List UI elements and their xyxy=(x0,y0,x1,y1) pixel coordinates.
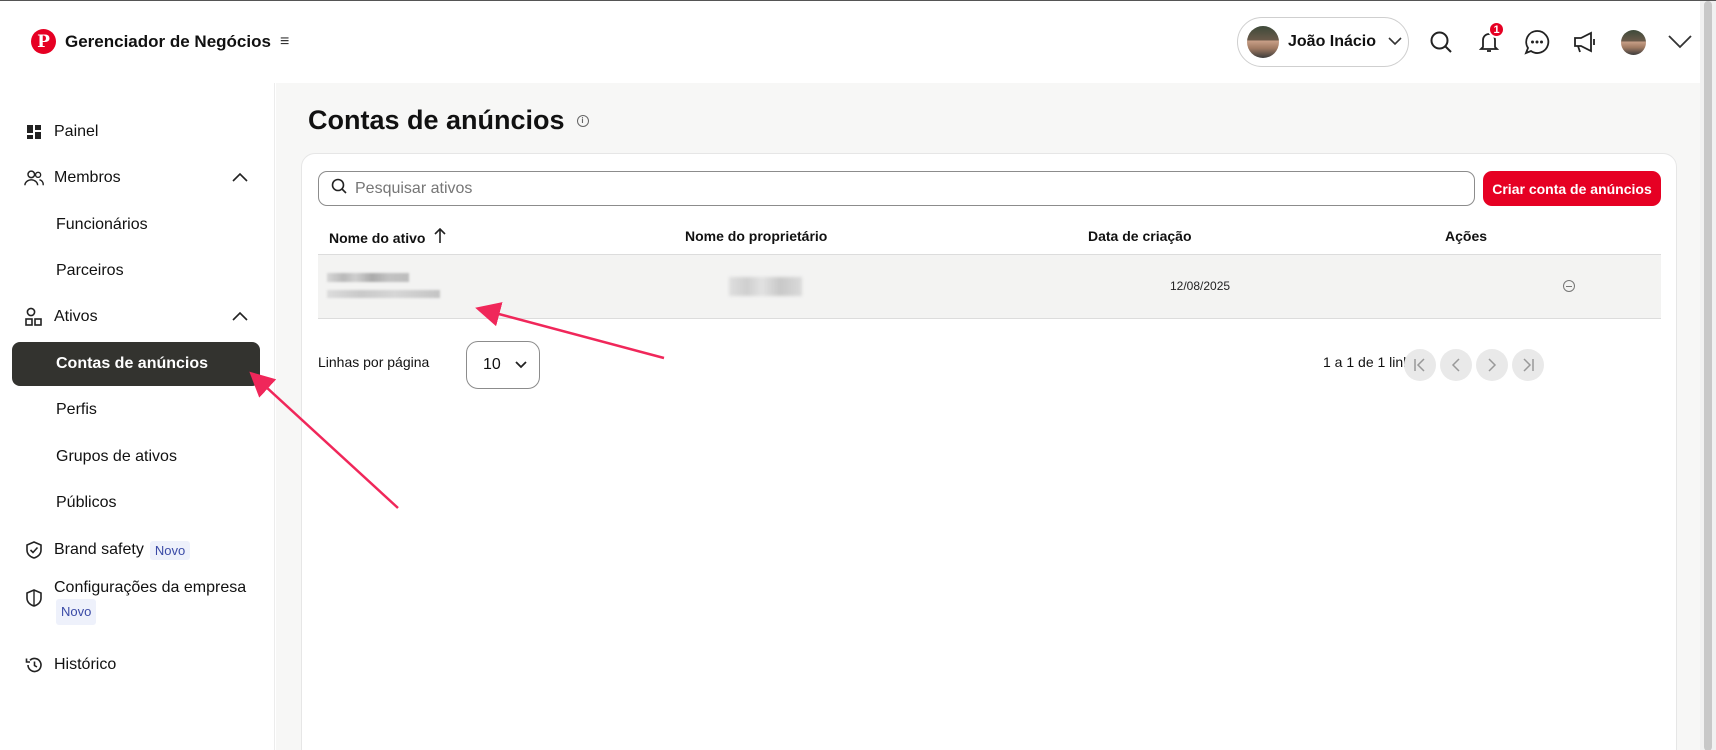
notifications-bell-icon[interactable]: 1 xyxy=(1474,21,1505,57)
info-icon[interactable]: i xyxy=(576,114,589,127)
pinterest-logo-icon[interactable]: P xyxy=(31,29,56,54)
sidebar-item-painel[interactable]: Painel xyxy=(12,110,260,154)
sidebar-item-label: Configurações da empresa xyxy=(54,579,247,596)
sidebar-item-label: Membros xyxy=(54,169,121,186)
first-page-icon xyxy=(1414,358,1425,372)
profile-avatar-button[interactable] xyxy=(1618,27,1648,57)
sidebar-item-perfis[interactable]: Perfis xyxy=(12,388,260,432)
sidebar-item-label: Públicos xyxy=(56,494,117,511)
sort-ascending-icon[interactable] xyxy=(434,227,447,247)
sidebar-item-membros[interactable]: Membros xyxy=(12,156,260,200)
profile-avatar xyxy=(1620,29,1646,55)
sidebar-item-publicos[interactable]: Públicos xyxy=(12,481,260,525)
rows-per-page-label: Linhas por página xyxy=(318,354,430,370)
sidebar-item-grupos-de-ativos[interactable]: Grupos de ativos xyxy=(12,435,260,479)
scrollbar-thumb[interactable] xyxy=(1704,1,1712,750)
account-switcher[interactable]: João Inácio xyxy=(1237,17,1409,67)
last-page-icon xyxy=(1523,358,1534,372)
members-icon xyxy=(24,169,44,187)
search-field[interactable] xyxy=(318,171,1475,206)
top-header: P Gerenciador de Negócios ≡ João Inácio … xyxy=(0,1,1700,83)
sidebar-item-historico[interactable]: Histórico xyxy=(12,643,260,687)
brand-title: Gerenciador de Negócios xyxy=(65,31,271,51)
column-header-creation-date: Data de criação xyxy=(1088,228,1192,244)
sidebar-item-label: Perfis xyxy=(56,401,97,418)
main-content: Contas de anúncios i Criar conta de anún… xyxy=(276,83,1700,750)
sidebar-item-contas-de-anuncios[interactable]: Contas de anúncios xyxy=(12,342,260,386)
rows-per-page-select[interactable]: 10 xyxy=(466,341,540,389)
sidebar-item-label: Brand safety xyxy=(54,541,144,558)
column-header-actions: Ações xyxy=(1445,228,1487,244)
sidebar-item-label: Grupos de ativos xyxy=(56,448,177,465)
last-page-button[interactable] xyxy=(1512,349,1544,381)
business-manager-app: P Gerenciador de Negócios ≡ João Inácio … xyxy=(0,0,1716,750)
first-page-button[interactable] xyxy=(1404,349,1436,381)
sidebar-item-label: Parceiros xyxy=(56,262,124,279)
chevron-down-icon xyxy=(515,358,527,372)
page-title-text: Contas de anúncios xyxy=(308,105,565,135)
user-name: João Inácio xyxy=(1288,33,1377,50)
sidebar-item-label-group: Configurações da empresa Novo xyxy=(54,577,246,625)
assets-card: Criar conta de anúncios Nome do ativo No… xyxy=(301,153,1677,750)
rows-per-page-value: 10 xyxy=(483,356,501,373)
column-header-label: Nome do proprietário xyxy=(685,228,828,244)
sidebar-item-parceiros[interactable]: Parceiros xyxy=(12,249,260,293)
scrollbar[interactable] xyxy=(1700,1,1716,750)
sidebar-item-label: Ativos xyxy=(54,308,98,325)
account-menu-chevron-icon[interactable] xyxy=(1665,27,1695,57)
chevron-right-icon xyxy=(1488,358,1497,372)
notification-badge: 1 xyxy=(1488,21,1505,38)
shield-icon xyxy=(24,589,44,607)
sidebar: Painel Membros Funcionários Parceiros At… xyxy=(0,83,275,750)
table-row[interactable]: 12/08/2025 xyxy=(318,255,1661,319)
column-header-label: Nome do ativo xyxy=(329,229,426,246)
create-ad-account-button[interactable]: Criar conta de anúncios xyxy=(1483,171,1661,206)
redacted-asset-name xyxy=(327,273,409,282)
shield-check-icon xyxy=(24,541,44,559)
messages-icon[interactable] xyxy=(1522,27,1552,57)
sidebar-item-label: Painel xyxy=(54,123,99,140)
brand: P Gerenciador de Negócios ≡ xyxy=(31,29,289,54)
menu-icon[interactable]: ≡ xyxy=(280,33,289,51)
chevron-down-icon xyxy=(1388,35,1402,49)
assets-icon xyxy=(24,307,44,327)
new-badge: Novo xyxy=(56,599,97,625)
user-avatar xyxy=(1247,26,1279,58)
redacted-owner-name xyxy=(729,277,802,296)
sidebar-item-funcionarios[interactable]: Funcionários xyxy=(12,203,260,247)
sidebar-item-label: Funcionários xyxy=(56,216,148,233)
redacted-asset-id xyxy=(327,290,440,298)
column-header-label: Data de criação xyxy=(1088,228,1192,244)
sidebar-item-brand-safety[interactable]: Brand safety Novo xyxy=(12,528,260,572)
column-header-label: Ações xyxy=(1445,228,1488,244)
page-title: Contas de anúncios i xyxy=(308,105,589,136)
search-icon xyxy=(331,178,347,199)
column-header-owner-name: Nome do proprietário xyxy=(685,228,827,244)
search-input[interactable] xyxy=(355,179,1455,198)
megaphone-icon[interactable] xyxy=(1570,27,1600,57)
sidebar-item-ativos[interactable]: Ativos xyxy=(12,295,260,339)
previous-page-button[interactable] xyxy=(1440,349,1472,381)
creation-date-cell: 12/08/2025 xyxy=(1170,279,1231,293)
history-icon xyxy=(24,656,44,674)
sidebar-item-label: Contas de anúncios xyxy=(56,355,209,372)
chevron-up-icon xyxy=(232,169,248,187)
dashboard-icon xyxy=(24,124,44,140)
chevron-up-icon xyxy=(232,308,248,326)
remove-action-icon[interactable] xyxy=(1563,280,1575,292)
next-page-button[interactable] xyxy=(1476,349,1508,381)
chevron-left-icon xyxy=(1451,358,1460,372)
new-badge: Novo xyxy=(149,540,191,560)
search-icon[interactable] xyxy=(1426,27,1456,57)
sidebar-item-configuracoes-da-empresa[interactable]: Configurações da empresa Novo xyxy=(12,573,260,637)
sidebar-item-label: Histórico xyxy=(54,656,117,673)
column-header-asset-name[interactable]: Nome do ativo xyxy=(329,227,447,247)
